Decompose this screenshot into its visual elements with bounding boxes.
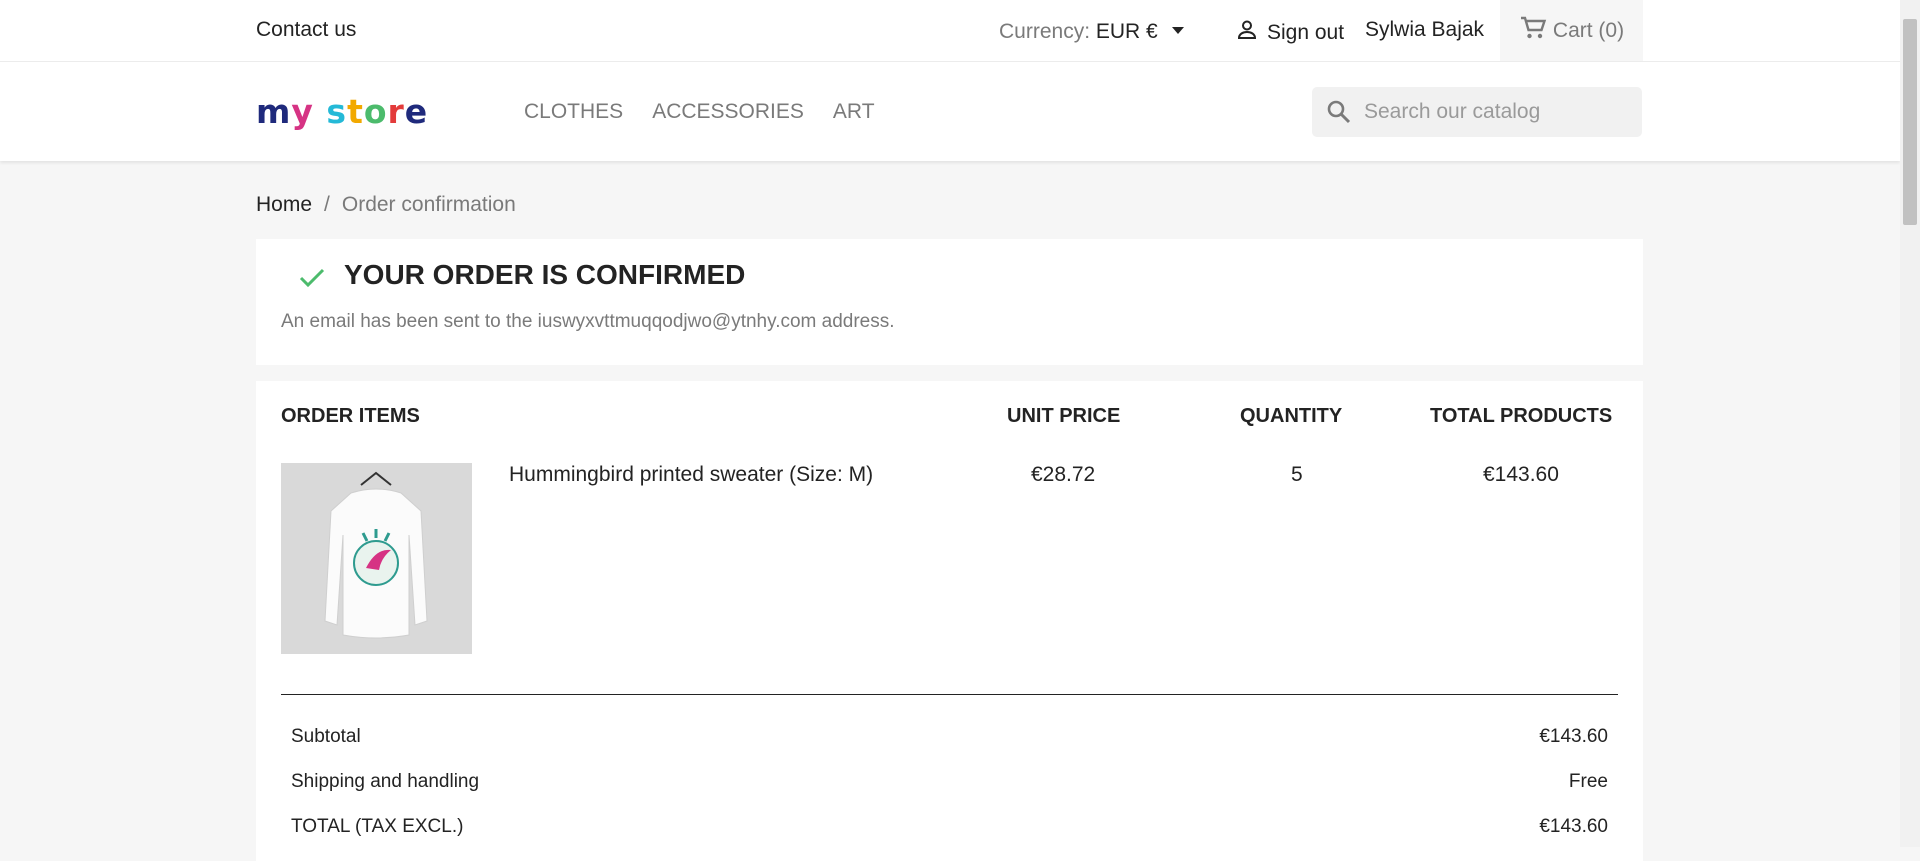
user-icon	[1235, 18, 1259, 48]
nav-item-clothes[interactable]: CLOTHES	[524, 100, 623, 124]
sign-out-label: Sign out	[1267, 21, 1345, 44]
unit-price-header: UNIT PRICE	[1007, 405, 1121, 427]
product-image	[281, 463, 472, 654]
confirmation-title: YOUR ORDER IS CONFIRMED	[344, 259, 746, 290]
contact-us-link[interactable]: Contact us	[256, 18, 356, 42]
site-header: my store CLOTHES ACCESSORIES ART	[0, 62, 1900, 161]
top-nav-bar: Contact us Currency: EUR € Sign out Sylw…	[0, 0, 1900, 62]
quantity-header: QUANTITY	[1240, 405, 1343, 427]
sign-out-link[interactable]: Sign out	[1235, 18, 1344, 48]
currency-label: Currency:	[999, 20, 1091, 43]
cart-label: Cart (0)	[1552, 18, 1625, 42]
total-products-header: TOTAL PRODUCTS	[1430, 405, 1613, 427]
order-items-header: ORDER ITEMS	[281, 405, 420, 427]
page-scrollbar[interactable]	[1900, 0, 1920, 847]
store-logo[interactable]: my store	[256, 92, 428, 131]
nav-item-art[interactable]: ART	[833, 100, 875, 124]
account-name-link[interactable]: Sylwia Bajak	[1365, 18, 1484, 42]
currency-selector[interactable]: Currency: EUR €	[999, 20, 1184, 44]
total-row: TOTAL (TAX EXCL.) €143.60	[291, 816, 1608, 838]
search-box	[1312, 87, 1642, 137]
cart-button[interactable]: Cart (0)	[1500, 0, 1643, 61]
scrollbar-thumb[interactable]	[1903, 19, 1917, 225]
logo-letter	[314, 92, 327, 131]
subtotal-value: €143.60	[1539, 726, 1608, 747]
breadcrumb-home-link[interactable]: Home	[256, 193, 312, 217]
check-icon	[298, 267, 326, 294]
logo-letter: o	[363, 92, 388, 131]
product-unit-price: €28.72	[1031, 463, 1096, 486]
cart-icon	[1519, 15, 1547, 47]
confirmation-message: An email has been sent to the iuswyxvttm…	[281, 311, 895, 332]
total-value: €143.60	[1539, 816, 1608, 837]
nav-item-accessories[interactable]: ACCESSORIES	[652, 100, 804, 124]
breadcrumb-current: Order confirmation	[341, 193, 516, 216]
shipping-row: Shipping and handling Free	[291, 771, 1608, 793]
breadcrumb-separator: /	[324, 193, 330, 216]
product-total: €143.60	[1483, 463, 1559, 486]
shipping-label: Shipping and handling	[291, 771, 480, 792]
product-quantity: 5	[1291, 463, 1303, 486]
logo-letter: t	[347, 92, 364, 131]
logo-letter: e	[404, 92, 429, 131]
logo-letter: m	[256, 92, 292, 131]
logo-letter: s	[326, 92, 348, 131]
search-icon[interactable]	[1326, 99, 1352, 125]
product-name: Hummingbird printed sweater (Size: M)	[509, 463, 874, 486]
search-input[interactable]	[1362, 99, 1636, 125]
logo-letter: r	[387, 92, 405, 131]
logo-letter: y	[291, 92, 314, 131]
divider	[281, 694, 1618, 695]
order-details-card: ORDER ITEMS UNIT PRICE QUANTITY TOTAL PR…	[256, 381, 1643, 861]
main-menu: CLOTHES ACCESSORIES ART	[524, 100, 875, 124]
shipping-value: Free	[1568, 771, 1608, 792]
subtotal-label: Subtotal	[291, 726, 361, 747]
order-confirmation-card: YOUR ORDER IS CONFIRMED An email has bee…	[256, 239, 1643, 365]
total-label: TOTAL (TAX EXCL.)	[291, 816, 464, 837]
currency-value: EUR €	[1095, 20, 1158, 43]
caret-down-icon	[1171, 27, 1184, 34]
breadcrumb: Home / Order confirmation	[256, 193, 516, 217]
subtotal-row: Subtotal €143.60	[291, 726, 1608, 748]
